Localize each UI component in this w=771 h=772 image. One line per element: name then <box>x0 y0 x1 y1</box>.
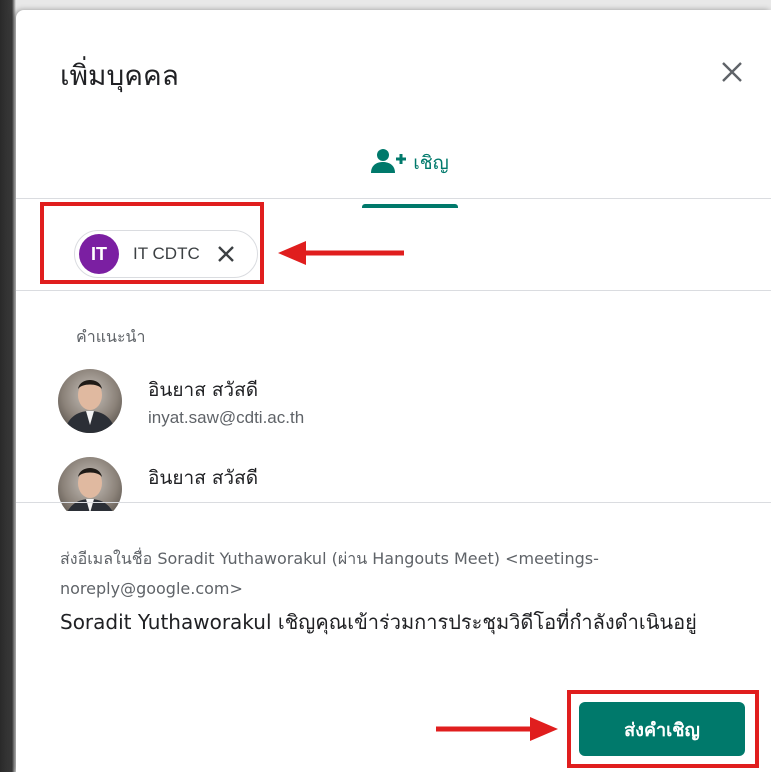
person-photo-icon <box>64 380 116 433</box>
list-item[interactable]: อินยาส สวัสดี inyat.saw@cdti.ac.th <box>58 355 738 435</box>
invitation-message: Soradit Yuthaworakul เชิญคุณเข้าร่วมการป… <box>60 610 697 634</box>
avatar <box>58 369 122 433</box>
close-button[interactable] <box>714 54 750 90</box>
highlight-box-send <box>567 690 759 768</box>
footer-divider <box>16 502 771 503</box>
suggestions-list: อินยาส สวัสดี inyat.saw@cdti.ac.th อินยา… <box>16 355 771 511</box>
chip-divider <box>16 290 771 291</box>
arrow-right-icon <box>436 717 558 741</box>
header-divider <box>16 198 771 199</box>
person-name: อินยาส สวัสดี <box>148 379 259 401</box>
sender-info: ส่งอีเมลในชื่อ Soradit Yuthaworakul (ผ่า… <box>60 549 599 598</box>
arrow-left-icon <box>278 241 404 265</box>
dialog-title: เพิ่มบุคคล <box>60 59 179 92</box>
close-icon <box>722 62 742 82</box>
person-email: inyat.saw@cdti.ac.th <box>148 408 305 427</box>
list-item[interactable]: อินยาส สวัสดี <box>58 443 738 511</box>
add-person-icon <box>371 149 407 173</box>
tab-active-indicator <box>362 204 458 208</box>
highlight-box-chip <box>40 202 264 284</box>
tab-invite-label: เชิญ <box>413 152 449 174</box>
suggestions-label: คำแนะนำ <box>76 327 146 346</box>
add-people-dialog: เพิ่มบุคคล เชิญ IT IT CDTC คำแนะนำ อินยา… <box>16 10 771 772</box>
person-name: อินยาส สวัสดี <box>148 467 259 489</box>
